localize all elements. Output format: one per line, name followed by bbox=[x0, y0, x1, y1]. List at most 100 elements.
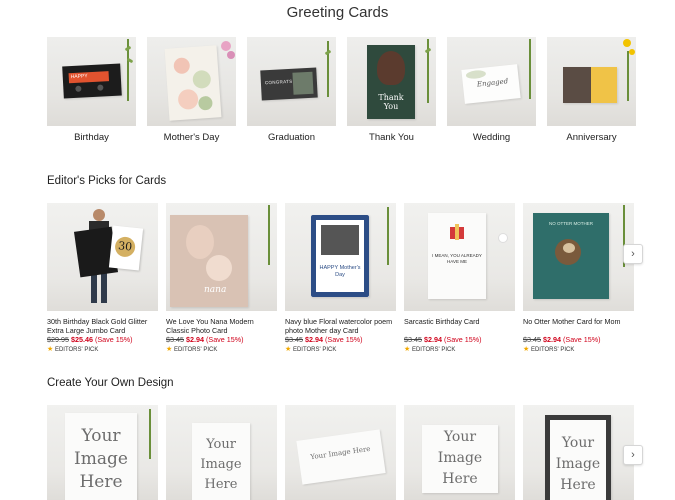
editors-pick-badge: ★ EDITORS' PICK bbox=[404, 345, 515, 353]
product-image[interactable]: I MEAN, YOU ALREADY HAVE ME bbox=[404, 203, 515, 311]
sarcastic-card-text: I MEAN, YOU ALREADY HAVE ME bbox=[432, 253, 482, 264]
blank-card-image[interactable]: Your Image Here bbox=[523, 405, 634, 500]
product-image[interactable]: NO OTTER MOTHER bbox=[523, 203, 634, 311]
sale-price: $2.94 bbox=[543, 335, 561, 344]
category-thank-you[interactable]: Thank You Thank You bbox=[347, 37, 436, 143]
product-name[interactable]: 30th Birthday Black Gold Glitter Extra L… bbox=[47, 317, 158, 335]
product-name[interactable]: We Love You Nana Modern Classic Photo Ca… bbox=[166, 317, 277, 335]
product-card[interactable]: 30 30th Birthday Black Gold Glitter Extr… bbox=[47, 203, 158, 353]
product-image[interactable]: nana bbox=[166, 203, 277, 311]
your-image-placeholder: Your Image Here bbox=[309, 444, 371, 462]
category-anniversary[interactable]: Anniversary bbox=[547, 37, 636, 143]
save-percent: (Save 15%) bbox=[206, 335, 244, 344]
product-card[interactable]: nana We Love You Nana Modern Classic Pho… bbox=[166, 203, 277, 353]
product-prices: $3.45 $2.94 (Save 15%) bbox=[404, 335, 515, 344]
editors-picks-next-button[interactable]: › bbox=[623, 244, 643, 264]
otter-card-text: NO OTTER MOTHER bbox=[549, 221, 593, 226]
editors-picks-row: 30 30th Birthday Black Gold Glitter Extr… bbox=[47, 203, 647, 363]
create-own-row: Your Image Here Your Image Here Your Ima… bbox=[47, 405, 647, 500]
your-image-placeholder: Your Image Here bbox=[555, 435, 601, 493]
badge-label: EDITORS' PICK bbox=[292, 347, 337, 353]
badge-label: EDITORS' PICK bbox=[530, 347, 575, 353]
editors-pick-badge: ★ EDITORS' PICK bbox=[523, 345, 634, 353]
category-birthday[interactable]: HAPPY Birthday bbox=[47, 37, 136, 143]
blank-card-image[interactable]: Your Image Here bbox=[285, 405, 396, 500]
editors-picks-title: Editor's Picks for Cards bbox=[47, 175, 167, 187]
badge-label: EDITORS' PICK bbox=[54, 347, 99, 353]
category-label[interactable]: Birthday bbox=[47, 132, 136, 143]
original-price: $3.45 bbox=[523, 335, 541, 344]
product-prices: $3.45 $2.94 (Save 15%) bbox=[166, 335, 277, 344]
category-graduation[interactable]: CONGRATS Graduation bbox=[247, 37, 336, 143]
badge-label: EDITORS' PICK bbox=[173, 347, 218, 353]
original-price: $3.45 bbox=[285, 335, 303, 344]
category-anniversary-image[interactable] bbox=[547, 37, 636, 126]
star-icon: ★ bbox=[47, 346, 54, 353]
star-icon: ★ bbox=[404, 346, 411, 353]
editors-pick-badge: ★ EDITORS' PICK bbox=[47, 345, 158, 353]
create-own-title: Create Your Own Design bbox=[47, 377, 174, 389]
blank-card-image[interactable]: Your Image Here bbox=[404, 405, 515, 500]
original-price: $3.45 bbox=[166, 335, 184, 344]
jumbo-card-number: 30 bbox=[114, 235, 137, 258]
category-thank-you-image[interactable]: Thank You bbox=[347, 37, 436, 126]
category-graduation-image[interactable]: CONGRATS bbox=[247, 37, 336, 126]
create-own-next-button[interactable]: › bbox=[623, 445, 643, 465]
original-price: $29.95 bbox=[47, 335, 69, 344]
product-image[interactable]: HAPPY Mother's Day bbox=[285, 203, 396, 311]
product-name[interactable]: Sarcastic Birthday Card bbox=[404, 317, 515, 335]
blank-card-template[interactable]: Your Image Here bbox=[523, 405, 634, 500]
blank-card-image[interactable]: Your Image Here bbox=[166, 405, 277, 500]
product-card[interactable]: NO OTTER MOTHER No Otter Mother Card for… bbox=[523, 203, 634, 353]
badge-label: EDITORS' PICK bbox=[411, 347, 456, 353]
category-birthday-image[interactable]: HAPPY bbox=[47, 37, 136, 126]
star-icon: ★ bbox=[523, 346, 530, 353]
save-percent: (Save 15%) bbox=[94, 335, 133, 344]
sale-price: $2.94 bbox=[305, 335, 323, 344]
product-prices: $29.95 $25.46 (Save 15%) bbox=[47, 335, 158, 344]
blank-card-template[interactable]: Your Image Here bbox=[47, 405, 158, 500]
star-icon: ★ bbox=[166, 346, 173, 353]
your-image-placeholder: Your Image Here bbox=[200, 437, 242, 492]
category-label[interactable]: Anniversary bbox=[547, 132, 636, 143]
page-title: Greeting Cards bbox=[286, 4, 389, 21]
star-icon: ★ bbox=[285, 346, 292, 353]
category-wedding-image[interactable]: Engaged bbox=[447, 37, 536, 126]
editors-pick-badge: ★ EDITORS' PICK bbox=[285, 345, 396, 353]
blank-card-template[interactable]: Your Image Here bbox=[166, 405, 277, 500]
birthday-card-text: HAPPY bbox=[70, 73, 88, 81]
blank-card-template[interactable]: Your Image Here bbox=[285, 405, 396, 500]
sale-price: $25.46 bbox=[70, 335, 93, 344]
blank-card-image[interactable]: Your Image Here bbox=[47, 405, 158, 500]
category-label[interactable]: Graduation bbox=[247, 132, 336, 143]
category-label[interactable]: Mother's Day bbox=[147, 132, 236, 143]
save-percent: (Save 15%) bbox=[325, 335, 363, 344]
product-prices: $3.45 $2.94 (Save 15%) bbox=[523, 335, 634, 344]
product-card[interactable]: HAPPY Mother's Day Navy blue Floral wate… bbox=[285, 203, 396, 353]
category-label[interactable]: Wedding bbox=[447, 132, 536, 143]
category-label[interactable]: Thank You bbox=[347, 132, 436, 143]
chevron-right-icon: › bbox=[631, 449, 635, 461]
chevron-right-icon: › bbox=[631, 248, 635, 260]
product-image[interactable]: 30 bbox=[47, 203, 158, 311]
editors-pick-badge: ★ EDITORS' PICK bbox=[166, 345, 277, 353]
category-mothers-day-image[interactable] bbox=[147, 37, 236, 126]
category-mothers-day[interactable]: Mother's Day bbox=[147, 37, 236, 143]
save-percent: (Save 15%) bbox=[563, 335, 601, 344]
product-card[interactable]: I MEAN, YOU ALREADY HAVE ME Sarcastic Bi… bbox=[404, 203, 515, 353]
floral-card-text: HAPPY Mother's Day bbox=[319, 265, 361, 278]
wedding-card-text: Engaged bbox=[476, 77, 509, 89]
product-name[interactable]: Navy blue Floral watercolor poem photo M… bbox=[285, 317, 396, 335]
blank-card-template[interactable]: Your Image Here bbox=[404, 405, 515, 500]
your-image-placeholder: Your Image Here bbox=[74, 426, 128, 492]
category-wedding[interactable]: Engaged Wedding bbox=[447, 37, 536, 143]
product-prices: $3.45 $2.94 (Save 15%) bbox=[285, 335, 396, 344]
graduation-card-text: CONGRATS bbox=[264, 78, 293, 86]
thank-you-card-text: Thank You bbox=[378, 93, 404, 111]
product-name[interactable]: No Otter Mother Card for Mom bbox=[523, 317, 634, 335]
category-row: HAPPY Birthday Mother's Day CONGRATS Gra… bbox=[47, 37, 637, 147]
nana-card-text: nana bbox=[204, 285, 227, 295]
sale-price: $2.94 bbox=[186, 335, 204, 344]
save-percent: (Save 15%) bbox=[444, 335, 482, 344]
sale-price: $2.94 bbox=[424, 335, 442, 344]
